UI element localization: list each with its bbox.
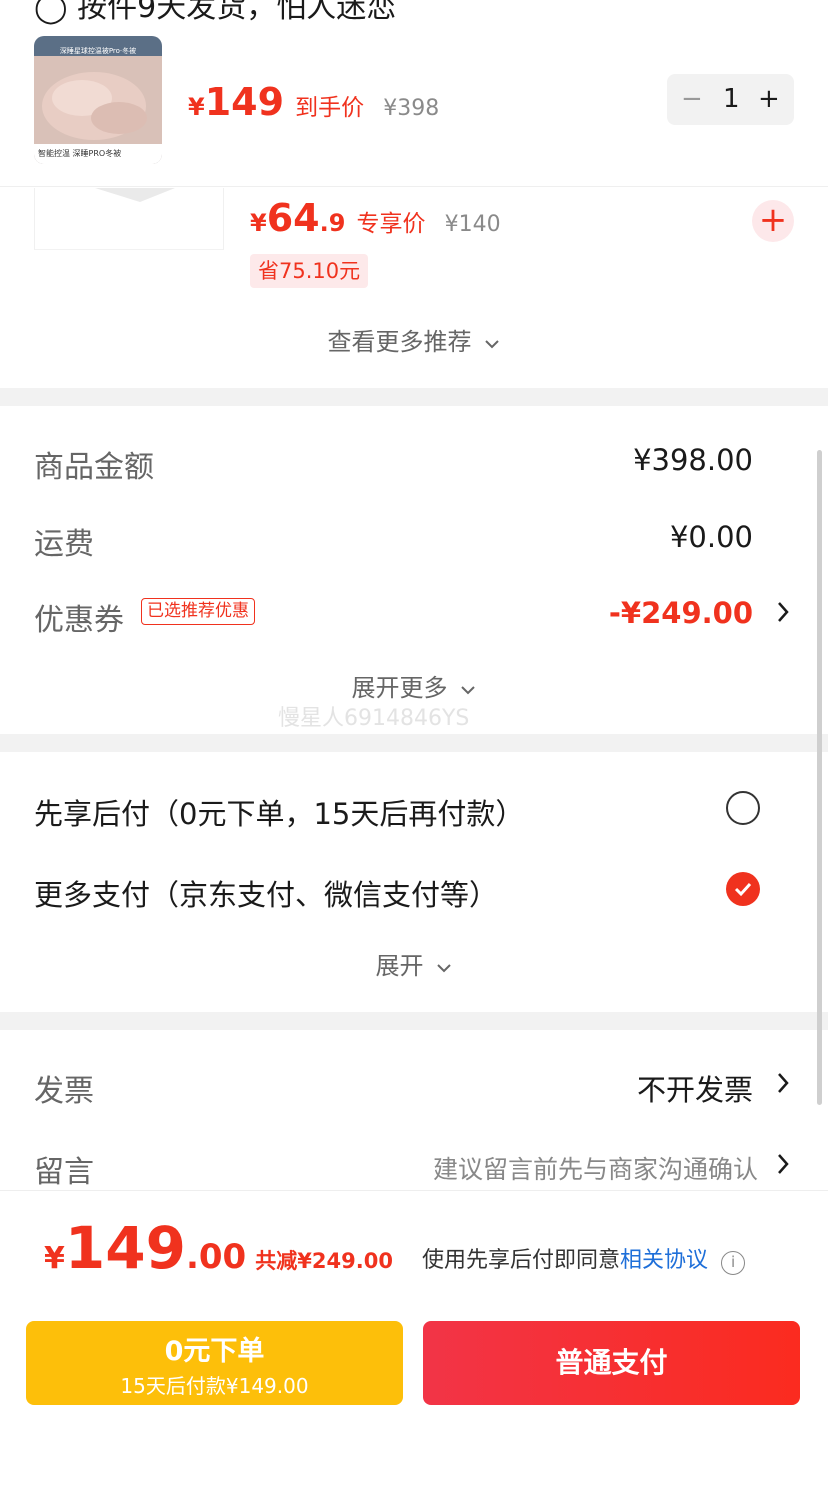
product-price: 149 [204,80,285,124]
currency-symbol: ¥ [188,93,205,121]
thumbnail-caption: 智能控温 深睡PRO冬被 [38,149,122,158]
checkmark-icon [734,882,752,897]
expand-more-link[interactable]: 展开更多 [0,668,828,703]
scrollbar[interactable] [817,450,822,1105]
goods-amount-label: 商品金额 [34,450,154,485]
total-currency: ¥ [44,1241,65,1276]
agreement-link[interactable]: 相关协议 [620,1248,708,1273]
info-icon[interactable]: i [721,1251,746,1275]
expand-more-label: 展开更多 [351,674,448,702]
section-gap [0,1012,828,1030]
box-image [95,188,175,202]
price-label: 到手价 [295,95,365,121]
view-more-label: 查看更多推荐 [327,328,472,356]
rec-price-dec: .9 [319,209,346,237]
total-dec: .00 [185,1237,247,1277]
invoice-label: 发票 [34,1074,94,1109]
more-payment-option-label[interactable]: 更多支付（京东支付、微信支付等） [34,872,498,914]
divider [0,186,828,187]
total-price: ¥149.00 共减¥249.00 [44,1214,393,1282]
expand-payment-link[interactable]: 展开 [0,946,828,981]
thumbnail-title: 深睡星球控温被Pro·冬被 [59,47,137,55]
increase-button[interactable]: + [758,84,780,114]
section-gap [0,734,828,752]
zero-down-title: 0元下单 [164,1336,265,1367]
total-int: 149 [64,1214,186,1282]
chevron-down-icon [460,686,475,695]
rec-price-int: 64 [266,196,320,240]
original-price: ¥398 [383,96,440,121]
product-thumbnail[interactable]: 深睡星球控温被Pro·冬被 智能控温 深睡PRO冬被 [34,36,162,164]
zero-down-order-button[interactable]: 0元下单 15天后付款¥149.00 [26,1321,403,1405]
cut-off-header-text: ◯ 按件9天发货，怕人迷恋 [34,0,397,25]
pay-later-option-label[interactable]: 先享后付（0元下单，15天后再付款） [34,791,524,833]
expand-payment-label: 展开 [375,952,424,980]
rec-price-label: 专享价 [356,211,426,237]
more-payment-radio-checked[interactable] [726,872,760,906]
message-placeholder[interactable]: 建议留言前先与商家沟通确认 [433,1150,758,1186]
goods-amount-value: ¥398.00 [633,443,753,477]
product-price-line: ¥149 到手价 ¥398 [188,80,439,124]
shipping-label: 运费 [34,527,94,562]
chevron-down-icon [484,340,499,349]
message-label: 留言 [34,1155,94,1190]
coupon-label: 优惠券 [34,603,124,638]
invoice-value[interactable]: 不开发票 [637,1067,753,1109]
shipping-value: ¥0.00 [669,520,753,554]
total-discount: 共减¥249.00 [255,1249,393,1273]
chevron-right-icon[interactable] [776,600,790,624]
watermark: 慢星人6914846YS [278,706,470,731]
recommended-product-image[interactable] [34,188,224,250]
normal-pay-button[interactable]: 普通支付 [423,1321,800,1405]
agreement-notice: 使用先享后付即同意相关协议 i [422,1242,746,1275]
agreement-text: 使用先享后付即同意 [422,1248,621,1273]
pay-later-radio[interactable] [726,791,760,825]
quantity-value: 1 [723,84,740,114]
quantity-stepper[interactable]: − 1 + [667,74,794,125]
add-recommended-button[interactable]: + [752,200,794,242]
savings-badge: 省75.10元 [250,254,369,288]
coupon-recommended-tag: 已选推荐优惠 [141,598,255,625]
rec-original-price: ¥140 [444,212,501,237]
chevron-right-icon[interactable] [776,1152,790,1176]
zero-down-subtitle: 15天后付款¥149.00 [120,1374,309,1398]
decrease-button[interactable]: − [681,84,703,114]
chevron-right-icon[interactable] [776,1071,790,1095]
view-more-link[interactable]: 查看更多推荐 [0,322,828,357]
recommended-price-line: ¥64.9 专享价 ¥140 [250,196,501,240]
coupon-value[interactable]: -¥249.00 [609,596,753,630]
section-gap [0,388,828,406]
rec-currency: ¥ [250,209,267,237]
chevron-down-icon [436,964,451,973]
